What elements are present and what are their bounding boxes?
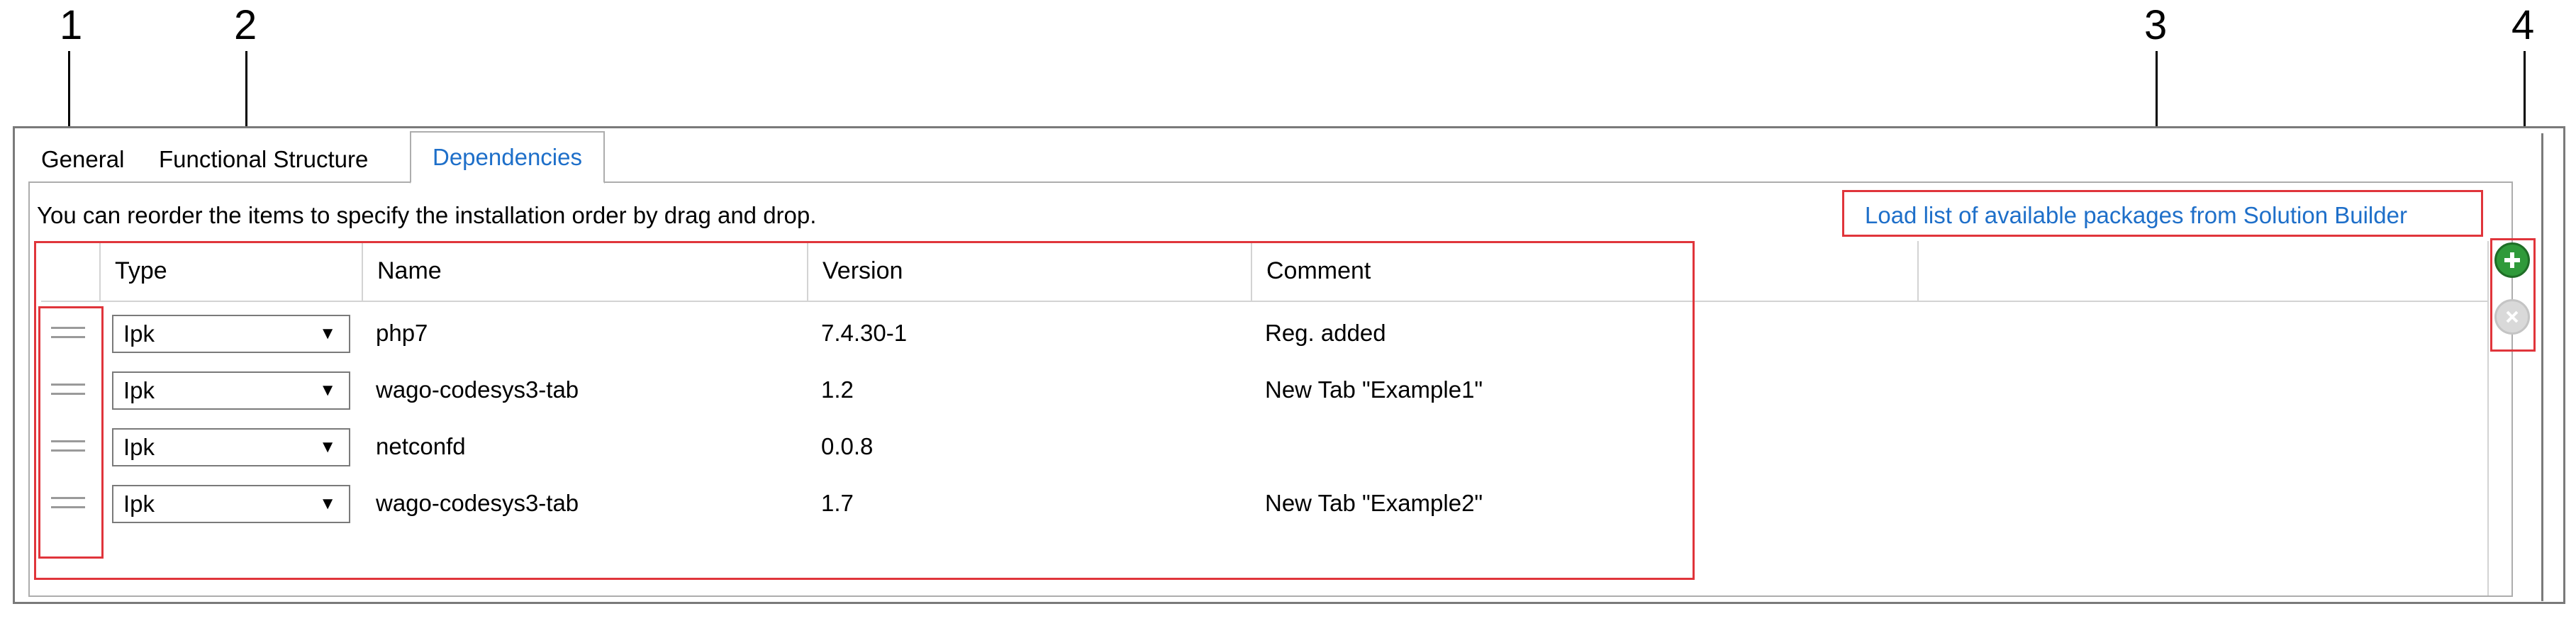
tab-dependencies[interactable]: Dependencies [410,131,605,184]
name-cell: wago-codesys3-tab [376,490,579,516]
table-row[interactable]: Ipk ▼ php7 7.4.30-1 Reg. added [41,305,2487,362]
plus-icon [2504,252,2520,268]
type-select-value: Ipk [123,377,155,403]
caret-down-icon: ▼ [319,437,336,457]
remove-dependency-button[interactable] [2494,299,2530,335]
header-drag-column [41,241,101,301]
type-select-value: Ipk [123,434,155,460]
type-select[interactable]: Ipk ▼ [112,371,350,410]
name-cell: netconfd [376,433,466,459]
button-column-divider [2487,241,2489,595]
caret-down-icon: ▼ [319,494,336,513]
table-row[interactable]: Ipk ▼ netconfd 0.0.8 [41,418,2487,475]
caret-down-icon: ▼ [319,324,336,343]
type-select[interactable]: Ipk ▼ [112,428,350,466]
table-row[interactable]: Ipk ▼ wago-codesys3-tab 1.7 New Tab "Exam… [41,475,2487,532]
name-cell: wago-codesys3-tab [376,376,579,403]
callout-4: 4 [2511,2,2535,48]
callout-2: 2 [234,2,257,48]
header-version[interactable]: Version [808,241,1252,301]
header-spacer [1919,241,2487,301]
dependencies-grid: Type Name Version Comment Ipk ▼ php7 7.4.… [41,241,2487,584]
load-packages-link[interactable]: Load list of available packages from Sol… [1865,198,2407,233]
reorder-hint: You can reorder the items to specify the… [37,202,817,228]
callout-1: 1 [60,2,83,48]
header-name[interactable]: Name [363,241,808,301]
table-row[interactable]: Ipk ▼ wago-codesys3-tab 1.2 New Tab "Exam… [41,362,2487,418]
callout-3: 3 [2144,2,2168,48]
drag-handle-icon[interactable] [51,384,85,395]
version-cell: 7.4.30-1 [821,320,908,346]
version-cell: 1.2 [821,376,854,403]
tab-general[interactable]: General [41,137,124,182]
x-icon [2506,310,2519,323]
version-cell: 0.0.8 [821,433,874,459]
tab-strip-divider [28,181,2513,183]
type-select-value: Ipk [123,320,155,347]
version-cell: 1.7 [821,490,854,516]
drag-handle-icon[interactable] [51,327,85,338]
comment-cell: New Tab "Example1" [1265,376,1483,403]
comment-cell: Reg. added [1265,320,1386,346]
grid-header: Type Name Version Comment [41,241,2487,302]
header-comment[interactable]: Comment [1252,241,1919,301]
comment-cell: New Tab "Example2" [1265,490,1483,516]
caret-down-icon: ▼ [319,381,336,400]
add-dependency-button[interactable] [2494,242,2530,278]
type-select[interactable]: Ipk ▼ [112,315,350,353]
dialog-right-edge [2541,133,2543,601]
type-select[interactable]: Ipk ▼ [112,485,350,523]
type-select-value: Ipk [123,491,155,517]
drag-handle-icon[interactable] [51,497,85,508]
header-type[interactable]: Type [101,241,363,301]
name-cell: php7 [376,320,428,346]
drag-handle-icon[interactable] [51,440,85,452]
tab-functional-structure[interactable]: Functional Structure [159,137,368,182]
